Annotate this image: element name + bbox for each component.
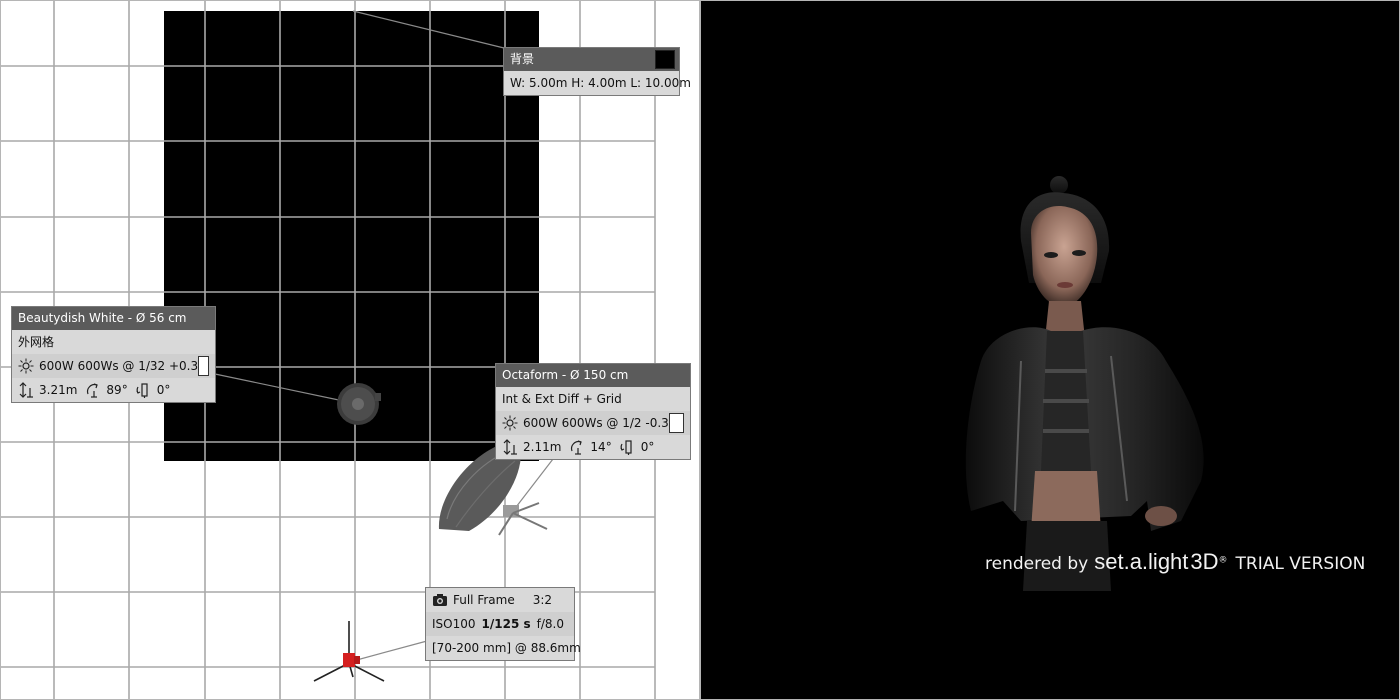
beautydish-power: 600W 600Ws @ 1/32 +0.3 bbox=[39, 359, 199, 373]
camera-lens: [70-200 mm] @ 88.6mm bbox=[432, 641, 581, 655]
camera-sensor-row: Full Frame 3:2 bbox=[426, 588, 574, 612]
beautydish-accessory: 外网格 bbox=[18, 335, 55, 349]
camera-ratio: 3:2 bbox=[532, 593, 553, 607]
render-view: rendered by set.a.light3D® TRIAL VERSION bbox=[700, 0, 1400, 700]
camera-lens-row: [70-200 mm] @ 88.6mm bbox=[426, 636, 581, 660]
sun-icon bbox=[18, 358, 34, 374]
camera-tripod[interactable] bbox=[313, 621, 385, 682]
camera-icon bbox=[432, 592, 448, 608]
camera-iso: ISO100 bbox=[432, 617, 476, 631]
camera-exposure-row: ISO100 1/125 s f/8.0 bbox=[426, 612, 574, 636]
beautydish-power-row: 600W 600Ws @ 1/32 +0.3 bbox=[12, 354, 215, 378]
app-window: 背景 W: 5.00m H: 4.00m L: 10.00m Beautydis… bbox=[0, 0, 1400, 700]
octaform-title: Octaform - Ø 150 cm bbox=[502, 368, 629, 382]
background-panel-header: 背景 bbox=[504, 48, 679, 71]
octaform-color-swatch[interactable] bbox=[668, 413, 684, 433]
height-icon bbox=[502, 439, 518, 455]
octaform-accessory: Int & Ext Diff + Grid bbox=[502, 392, 622, 406]
rotation-icon bbox=[136, 382, 152, 398]
octaform-accessory-row: Int & Ext Diff + Grid bbox=[496, 387, 690, 411]
beautydish-tilt: 89° bbox=[106, 383, 128, 397]
camera-panel[interactable]: Full Frame 3:2 ISO100 1/125 s f/8.0 [70-… bbox=[425, 587, 581, 661]
beautydish-height: 3.21m bbox=[39, 383, 78, 397]
watermark-brand: set.a.light bbox=[1094, 549, 1189, 574]
watermark-prefix: rendered by bbox=[985, 554, 1089, 574]
beautydish-accessory-row: 外网格 bbox=[12, 330, 215, 354]
watermark-trial: TRIAL VERSION bbox=[1235, 554, 1366, 574]
watermark-registered: ® bbox=[1218, 555, 1228, 566]
rotation-icon bbox=[620, 439, 636, 455]
tilt-icon bbox=[569, 439, 585, 455]
tilt-icon bbox=[85, 382, 101, 398]
background-dimensions-row: W: 5.00m H: 4.00m L: 10.00m bbox=[504, 71, 691, 95]
background-color-swatch[interactable] bbox=[655, 50, 675, 69]
background-panel-title: 背景 bbox=[510, 52, 535, 66]
octaform-power-row: 600W 600Ws @ 1/2 -0.3 bbox=[496, 411, 690, 435]
octaform-position-row: 2.11m 14° 0° bbox=[496, 435, 690, 459]
octaform-panel[interactable]: Octaform - Ø 150 cm Int & Ext Diff + Gri… bbox=[495, 363, 691, 460]
background-info-panel[interactable]: 背景 W: 5.00m H: 4.00m L: 10.00m bbox=[503, 47, 691, 96]
beautydish-title: Beautydish White - Ø 56 cm bbox=[18, 311, 187, 325]
camera-shutter: 1/125 s bbox=[481, 617, 531, 631]
beautydish-panel[interactable]: Beautydish White - Ø 56 cm 外网格 600W 600W… bbox=[11, 306, 216, 403]
beautydish-panel-header: Beautydish White - Ø 56 cm bbox=[12, 307, 215, 330]
plan-view[interactable]: 背景 W: 5.00m H: 4.00m L: 10.00m Beautydis… bbox=[0, 0, 700, 700]
octaform-rotation: 0° bbox=[640, 440, 655, 454]
beautydish-color-swatch[interactable] bbox=[198, 356, 209, 376]
camera-sensor: Full Frame bbox=[453, 593, 515, 607]
octaform-panel-header: Octaform - Ø 150 cm bbox=[496, 364, 690, 387]
watermark-brand-suffix: 3D bbox=[1190, 549, 1219, 574]
trial-watermark: rendered by set.a.light3D® TRIAL VERSION bbox=[985, 549, 1365, 575]
beautydish-position-row: 3.21m 89° 0° bbox=[12, 378, 215, 402]
beautydish-rotation: 0° bbox=[156, 383, 171, 397]
model-render bbox=[965, 176, 1204, 591]
octaform-tilt: 14° bbox=[590, 440, 612, 454]
octaform-power: 600W 600Ws @ 1/2 -0.3 bbox=[523, 416, 669, 430]
camera-aperture: f/8.0 bbox=[536, 617, 564, 631]
height-icon bbox=[18, 382, 34, 398]
background-dimensions: W: 5.00m H: 4.00m L: 10.00m bbox=[510, 76, 691, 90]
octaform-height: 2.11m bbox=[523, 440, 562, 454]
sun-icon bbox=[502, 415, 518, 431]
